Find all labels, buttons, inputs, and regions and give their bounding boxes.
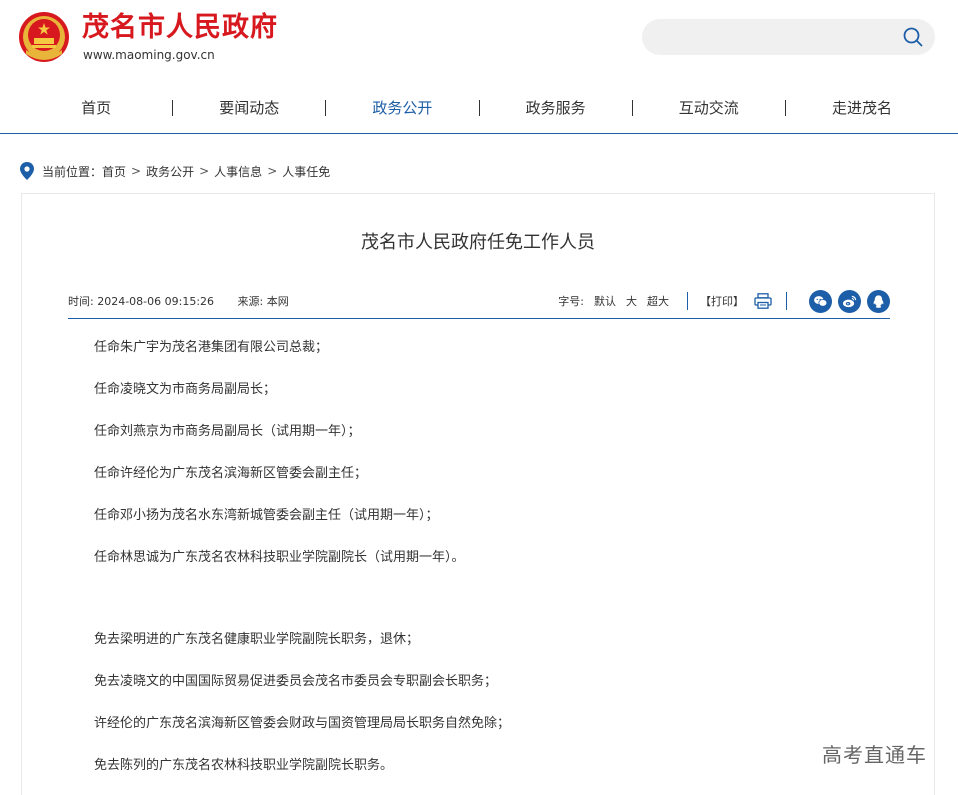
nav-item-home[interactable]: 首页	[20, 86, 172, 130]
weibo-icon	[842, 295, 857, 307]
paragraph: 任命朱广宇为茂名港集团有限公司总裁；	[94, 340, 329, 355]
font-size-label: 字号:	[558, 295, 584, 308]
article-meta: 时间: 2024-08-06 09:15:26 来源: 本网 字号: 默认 大 …	[68, 289, 890, 313]
paragraph: 免去陈列的广东茂名农林科技职业学院副院长职务。	[94, 758, 394, 773]
paragraph: 免去梁明进的广东茂名健康职业学院副院长职务，退休；	[94, 632, 420, 647]
article-info: 时间: 2024-08-06 09:15:26 来源: 本网	[68, 293, 309, 309]
nav-item-about[interactable]: 走进茂名	[786, 86, 938, 130]
nav-item-interaction[interactable]: 互动交流	[633, 86, 785, 130]
breadcrumb-item-gov-affairs[interactable]: 政务公开	[146, 163, 194, 180]
watermark-text: 高考直通车	[822, 743, 927, 767]
main-nav: 首页 要闻动态 政务公开 政务服务 互动交流 走进茂名	[20, 86, 938, 130]
font-size-large[interactable]: 大	[626, 293, 637, 309]
paragraph: 许经伦的广东茂名滨海新区管委会财政与国资管理局局长职务自然免除；	[94, 716, 511, 731]
qq-icon	[873, 294, 884, 308]
breadcrumb-separator: >	[199, 164, 210, 178]
meta-underline	[68, 318, 890, 319]
breadcrumb-item-home[interactable]: 首页	[102, 163, 126, 180]
article-tools: 字号: 默认 大 超大 【打印】	[558, 289, 890, 313]
breadcrumb-prefix: 当前位置：	[42, 164, 103, 179]
font-size-default[interactable]: 默认	[594, 293, 616, 309]
search-icon[interactable]	[903, 27, 923, 47]
paragraph: 任命许经伦为广东茂名滨海新区管委会副主任；	[94, 466, 368, 481]
publish-time: 时间: 2024-08-06 09:15:26	[68, 295, 215, 308]
paragraph: 任命林思诚为广东茂名农林科技职业学院副院长（试用期一年）。	[94, 550, 465, 565]
print-link[interactable]: 【打印】	[700, 293, 744, 309]
site-header: 茂名市人民政府 www.maoming.gov.cn	[0, 0, 958, 80]
nav-item-gov-affairs[interactable]: 政务公开	[326, 86, 478, 130]
printer-icon[interactable]	[754, 293, 772, 309]
share-wechat-button[interactable]	[809, 289, 832, 313]
article-title: 茂名市人民政府任免工作人员	[361, 232, 595, 253]
share-weibo-button[interactable]	[838, 289, 861, 313]
tools-divider	[786, 292, 787, 310]
article-body: 任命朱广宇为茂名港集团有限公司总裁； 任命凌晓文为市商务局副局长； 任命刘燕京为…	[94, 338, 884, 795]
breadcrumb-separator: >	[131, 164, 142, 178]
breadcrumb: 当前位置： 首页 > 政务公开 > 人事信息 > 人事任免	[20, 161, 330, 181]
nav-item-services[interactable]: 政务服务	[480, 86, 632, 130]
site-title[interactable]: 茂名市人民政府	[82, 12, 278, 44]
wechat-icon	[814, 295, 828, 307]
location-pin-icon	[20, 162, 34, 180]
share-qq-button[interactable]	[867, 289, 890, 313]
breadcrumb-separator: >	[267, 164, 278, 178]
paragraph: 免去凌晓文的中国国际贸易促进委员会茂名市委员会专职副会长职务；	[94, 674, 498, 689]
tools-divider	[687, 292, 688, 310]
nav-underline	[0, 133, 958, 134]
paragraph: 任命邓小扬为茂名水东湾新城管委会副主任（试用期一年）；	[94, 508, 439, 523]
nav-item-news[interactable]: 要闻动态	[173, 86, 325, 130]
site-url: www.maoming.gov.cn	[83, 48, 215, 62]
article-source: 来源: 本网	[237, 295, 289, 308]
font-size-xlarge[interactable]: 超大	[647, 293, 669, 309]
paragraph: 任命刘燕京为市商务局副局长（试用期一年）；	[94, 424, 361, 439]
national-emblem-icon[interactable]	[18, 10, 70, 64]
article-card: 茂名市人民政府任免工作人员 时间: 2024-08-06 09:15:26 来源…	[21, 193, 935, 795]
search-input[interactable]	[642, 19, 935, 55]
breadcrumb-item-appointments[interactable]: 人事任免	[282, 163, 330, 180]
breadcrumb-item-personnel[interactable]: 人事信息	[214, 163, 262, 180]
paragraph: 任命凌晓文为市商务局副局长；	[94, 382, 277, 397]
